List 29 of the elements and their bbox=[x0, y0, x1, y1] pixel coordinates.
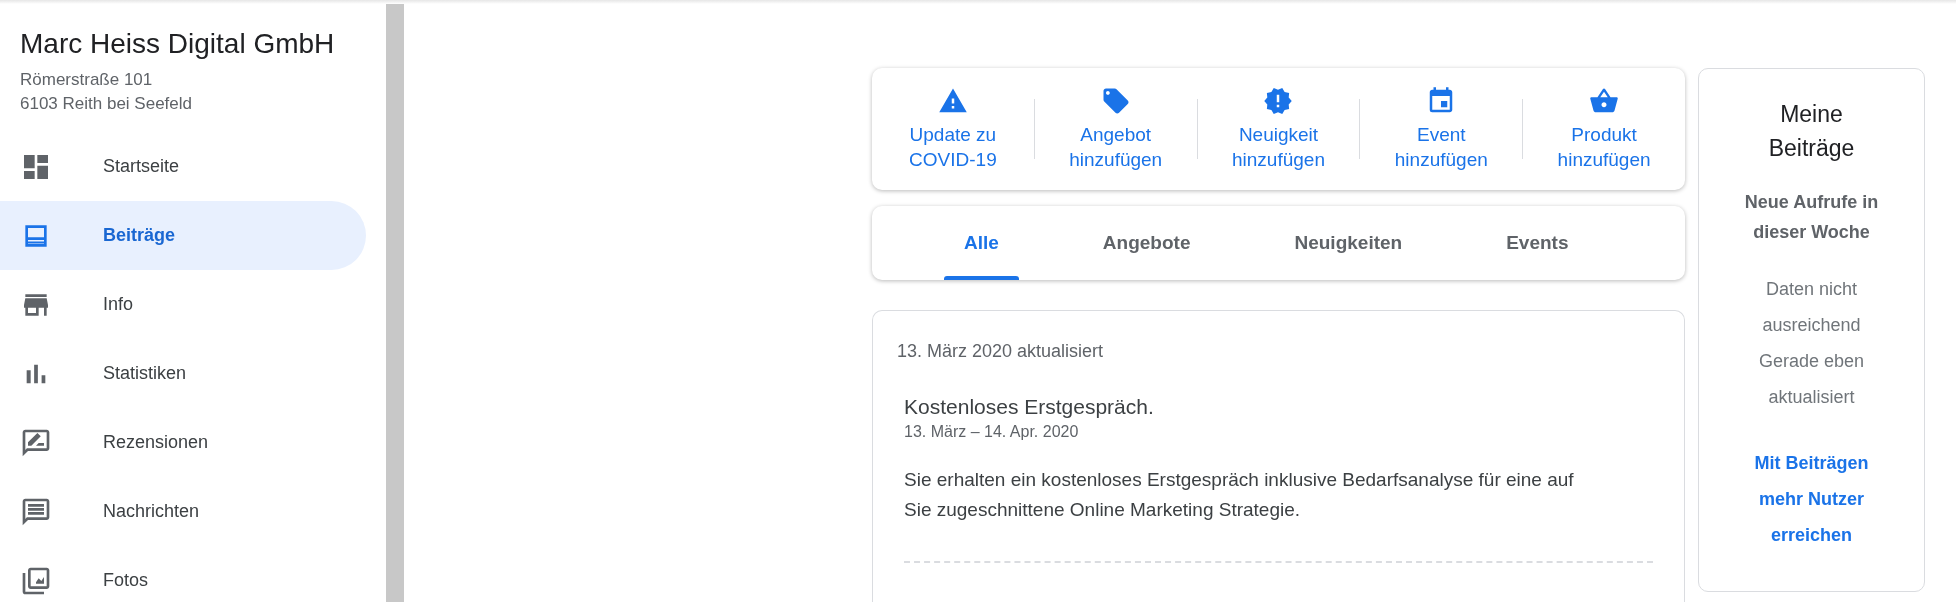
add-post-button[interactable]: Neuigkeit hinzufügen bbox=[1197, 86, 1360, 172]
post-updated: 13. März 2020 aktualisiert bbox=[897, 340, 1105, 363]
post-title: Kostenloses Erstgespräch. bbox=[904, 394, 1155, 420]
business-name: Marc Heiss Digital GmbH bbox=[19, 27, 336, 61]
badge-alert-icon bbox=[1263, 86, 1294, 116]
tab[interactable]: Alle bbox=[944, 206, 1019, 280]
panel-text: Gerade eben aktualisiert bbox=[1757, 350, 1866, 409]
sidebar-item[interactable]: Nachrichten bbox=[0, 477, 366, 546]
tab[interactable]: Angebote bbox=[1082, 206, 1211, 280]
add-post-button[interactable]: Produkt hinzufügen bbox=[1523, 86, 1685, 172]
panel-link[interactable]: Mit Beiträgen mehr Nutzer erreichen bbox=[1744, 445, 1879, 553]
sidebar-item[interactable]: Beiträge bbox=[0, 201, 366, 270]
add-post-button[interactable]: Update zu COVID-19 bbox=[872, 86, 1034, 172]
panel-text: Daten nicht ausreichend bbox=[1761, 278, 1862, 337]
tab[interactable]: Neuigkeiten bbox=[1274, 206, 1423, 280]
address-line: Römerstraße 101 bbox=[20, 69, 154, 91]
panel-title: Meine Beiträge bbox=[1767, 100, 1856, 163]
sidebar-item[interactable]: Rezensionen bbox=[0, 408, 366, 477]
post-dates: 13. März – 14. Apr. 2020 bbox=[904, 422, 1080, 442]
address-line: 6103 Reith bei Seefeld bbox=[20, 93, 194, 115]
add-post-button[interactable]: Event hinzufügen bbox=[1360, 86, 1523, 172]
sidebar-item[interactable]: Info bbox=[0, 270, 366, 339]
sidebar-item[interactable]: Fotos bbox=[0, 546, 366, 602]
post-body: Sie erhalten ein kostenloses Erstgespräch inklusive Bedarfsanalyse für eine auf Sie zugeschnittene Online Marketing Strategie. bbox=[904, 468, 1575, 522]
add-post-button[interactable]: Angebot hinzufügen bbox=[1034, 86, 1197, 172]
tab[interactable]: Events bbox=[1486, 206, 1589, 280]
sidebar-item[interactable]: Statistiken bbox=[0, 339, 366, 408]
sidebar-item[interactable]: Startseite bbox=[0, 132, 366, 201]
panel-subtitle: Neue Aufrufe in dieser Woche bbox=[1743, 191, 1880, 244]
